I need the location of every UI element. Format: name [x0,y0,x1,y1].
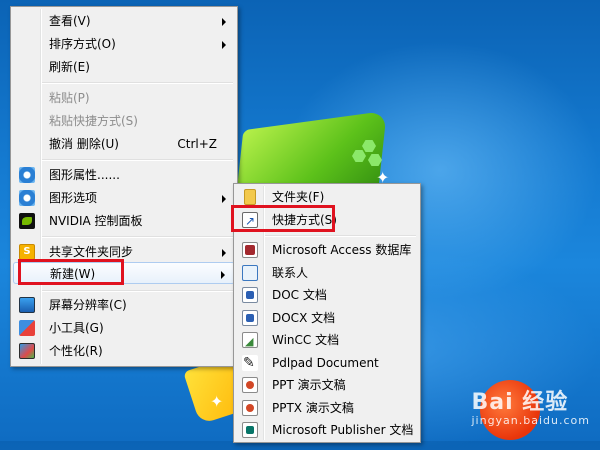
menu-item-label: Pdlpad Document [272,356,379,370]
submenu-arrow-icon [222,195,226,203]
menu-item-label: 共享文件夹同步 [49,245,134,259]
menu-item-label: 图形选项 [49,191,98,205]
wallpaper-star: ✦ [210,392,224,411]
menu-item-label: 撤消 删除(U) [49,137,119,151]
menu-separator [265,235,416,237]
submenu-item-publisher[interactable]: Microsoft Publisher 文档 [236,419,418,441]
submenu-item-pdlpad[interactable]: Pdlpad Document [236,352,418,374]
folder-icon [244,189,256,205]
wincc-icon [242,331,258,353]
watermark-url: jingyan.baidu.com [471,414,590,427]
menu-separator [42,290,233,292]
submenu-item-shortcut[interactable]: 快捷方式(S) [236,209,418,232]
menu-separator [42,82,233,84]
menu-item-paste[interactable]: 粘贴(P) [13,87,235,109]
menu-item-personalize[interactable]: 个性化(R) [13,340,235,362]
publisher-icon [242,422,258,438]
watermark-brand: Bai 经验 [471,390,569,415]
submenu-arrow-icon [222,41,226,49]
menu-item-label: 图形属性...... [49,168,120,182]
submenu-item-docx[interactable]: DOCX 文档 [236,307,418,329]
pptx-icon [242,400,258,416]
menu-item-label: DOC 文档 [272,288,327,302]
submenu-item-wincc[interactable]: WinCC 文档 [236,329,418,353]
menu-item-label: 刷新(E) [49,60,90,74]
menu-item-undo-delete[interactable]: 撤消 删除(U) Ctrl+Z [13,133,235,155]
submenu-item-ppt[interactable]: PPT 演示文稿 [236,374,418,396]
menu-item-new[interactable]: 新建(W) [13,262,235,284]
submenu-arrow-icon [221,271,225,279]
menu-item-label: 粘贴快捷方式(S) [49,114,138,128]
gadgets-icon [19,320,35,336]
access-icon [242,242,258,258]
pdlpad-icon [242,352,258,374]
menu-item-label: 文件夹(F) [272,190,325,204]
menu-item-graphics-properties[interactable]: 图形属性...... [13,164,235,186]
menu-item-label: 小工具(G) [49,321,104,335]
menu-item-gadgets[interactable]: 小工具(G) [13,317,235,339]
menu-item-graphics-options[interactable]: 图形选项 [13,187,235,209]
submenu-item-access-db[interactable]: Microsoft Access 数据库 [236,239,418,261]
menu-item-label: 屏幕分辨率(C) [49,298,127,312]
new-submenu: 文件夹(F) 快捷方式(S) Microsoft Access 数据库 联系人 … [233,183,421,443]
menu-item-nvidia-control-panel[interactable]: NVIDIA 控制面板 [13,210,235,232]
graphics-icon [19,167,35,183]
menu-item-share-sync[interactable]: S 共享文件夹同步 [13,241,235,263]
menu-item-label: NVIDIA 控制面板 [49,214,143,228]
menu-item-label: Microsoft Access 数据库 [272,243,412,257]
submenu-arrow-icon [222,18,226,26]
desktop-context-menu: 查看(V) 排序方式(O) 刷新(E) 粘贴(P) 粘贴快捷方式(S) 撤消 删… [10,6,238,367]
submenu-arrow-icon [222,249,226,257]
graphics-icon [19,190,35,206]
menu-item-view[interactable]: 查看(V) [13,10,235,32]
shortcut-icon [242,210,258,232]
contact-icon [242,265,258,281]
menu-item-label: PPTX 演示文稿 [272,401,354,415]
menu-item-label: 新建(W) [50,267,96,281]
menu-item-screen-resolution[interactable]: 屏幕分辨率(C) [13,294,235,316]
menu-item-paste-shortcut[interactable]: 粘贴快捷方式(S) [13,110,235,132]
submenu-item-doc[interactable]: DOC 文档 [236,284,418,306]
menu-item-sort-by[interactable]: 排序方式(O) [13,33,235,55]
menu-item-label: PPT 演示文稿 [272,378,346,392]
share-sync-icon: S [19,244,35,260]
baidu-jingyan-watermark: Bai 经验 jingyan.baidu.com [471,384,590,427]
docx-icon [242,310,258,326]
submenu-item-folder[interactable]: 文件夹(F) [236,186,418,208]
menu-item-label: Microsoft Publisher 文档 [272,423,414,437]
menu-item-label: 快捷方式(S) [272,213,337,227]
nvidia-icon [19,213,35,229]
personalize-icon [19,343,35,359]
menu-item-label: 联系人 [272,266,309,280]
menu-item-label: 查看(V) [49,14,91,28]
submenu-item-pptx[interactable]: PPTX 演示文稿 [236,397,418,419]
menu-item-label: 排序方式(O) [49,37,116,51]
menu-separator [42,236,233,238]
menu-item-label: 个性化(R) [49,344,103,358]
menu-item-shortcut: Ctrl+Z [177,137,217,151]
menu-item-label: WinCC 文档 [272,333,340,347]
menu-item-label: DOCX 文档 [272,311,336,325]
ppt-icon [242,377,258,393]
menu-separator [42,159,233,161]
doc-icon [242,287,258,303]
submenu-item-contact[interactable]: 联系人 [236,262,418,284]
display-icon [19,297,35,313]
menu-item-label: 粘贴(P) [49,91,90,105]
menu-item-refresh[interactable]: 刷新(E) [13,56,235,78]
